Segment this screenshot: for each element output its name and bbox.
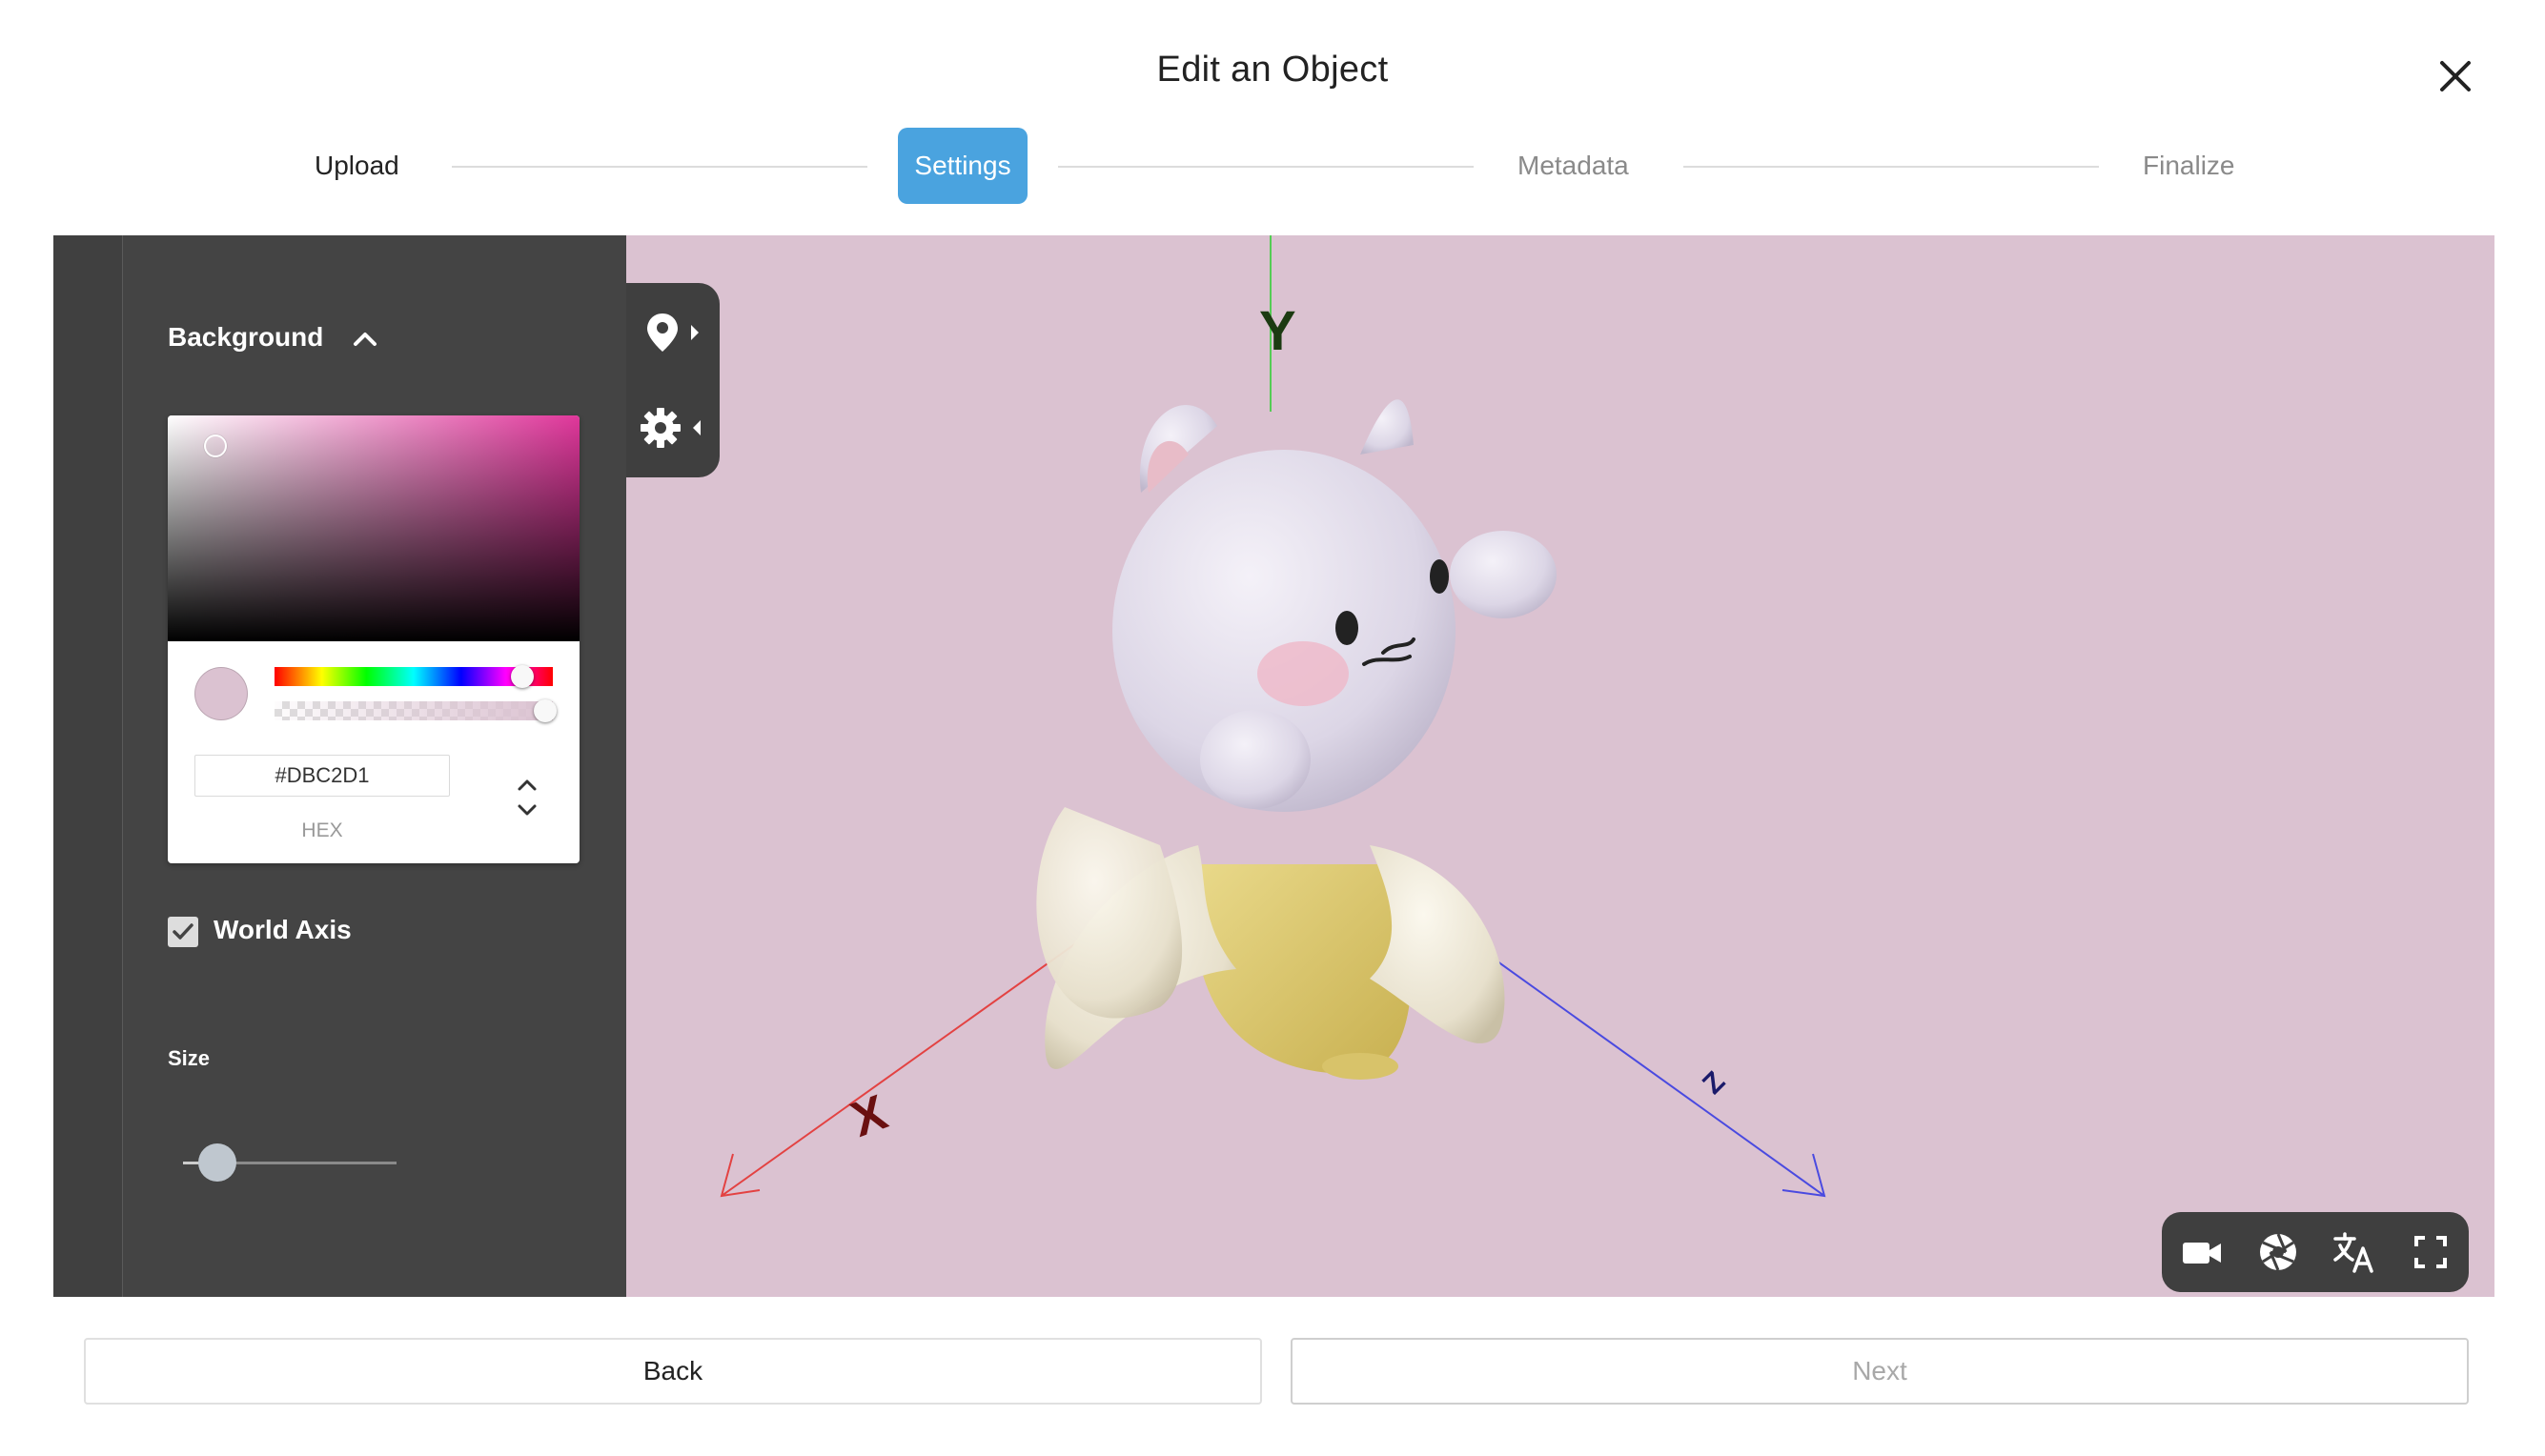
step-upload[interactable]: Upload [315,151,399,185]
checkmark-icon [173,923,193,940]
cat-eye-left [1335,611,1358,645]
viewport-tool-tab [626,283,720,477]
chevron-up-down-icon [518,779,537,816]
gear-icon [641,408,701,448]
hue-slider-thumb[interactable] [511,665,534,688]
banana-tip [1322,1053,1398,1080]
hotspots-button[interactable] [632,304,708,361]
x-axis-arrowhead [720,1153,761,1198]
step-settings[interactable]: Settings [898,128,1028,204]
video-camera-icon [2183,1243,2221,1264]
cat-ear-right [1360,399,1414,455]
dialog-title: Edit an Object [1156,50,1389,90]
viewport-controls [2162,1212,2469,1292]
background-section-label[interactable]: Background [168,322,323,353]
back-button[interactable]: Back [84,1338,1262,1405]
close-icon [2440,61,2471,91]
collapse-background-button[interactable] [351,324,379,353]
alpha-slider-thumb[interactable] [534,699,557,722]
z-axis-arrowhead [1782,1153,1826,1198]
x-axis-label: X [845,1084,895,1147]
cat-paw-front [1200,710,1311,809]
3d-viewport[interactable]: Y X Z [626,235,2494,1297]
fullscreen-button[interactable] [2404,1225,2457,1279]
size-label: Size [168,1046,211,1070]
step-connector [1058,166,1474,168]
hex-mode-label: HEX [301,819,343,841]
panel-rail [53,235,123,1297]
step-metadata[interactable]: Metadata [1517,151,1629,185]
scene-canvas: Y X Z [720,235,1826,1198]
fullscreen-icon [2414,1236,2447,1268]
saturation-area[interactable] [168,415,580,641]
map-pin-icon [647,313,699,352]
size-slider-thumb[interactable] [197,1143,236,1182]
cat-paw-raised [1450,531,1557,618]
translate-icon [2333,1232,2373,1273]
color-mode-toggle[interactable] [513,776,541,819]
world-axis-label[interactable]: World Axis [214,915,352,945]
viewer-settings-button[interactable] [632,399,708,456]
world-axis-checkbox[interactable] [168,917,198,947]
chevron-up-icon [354,333,377,346]
alpha-slider[interactable] [275,701,553,720]
cat-eye-right [1430,559,1449,594]
cat-cheek [1257,641,1349,706]
step-finalize[interactable]: Finalize [2143,151,2234,185]
translate-button[interactable] [2328,1225,2381,1279]
next-button[interactable]: Next [1291,1338,2469,1405]
close-button[interactable] [2436,57,2474,95]
saturation-thumb[interactable] [204,435,227,457]
step-connector [452,166,867,168]
step-connector [1683,166,2099,168]
screenshot-button[interactable] [2251,1225,2305,1279]
y-axis-label: Y [1259,300,1296,362]
hex-input[interactable] [194,755,450,797]
camera-button[interactable] [2175,1225,2229,1279]
z-axis-label: Z [1697,1065,1731,1100]
color-swatch [194,667,248,720]
color-picker: HEX [168,415,580,863]
aperture-icon [2260,1233,2296,1271]
z-axis-line [1459,934,1825,1197]
x-axis-line [721,930,1094,1197]
